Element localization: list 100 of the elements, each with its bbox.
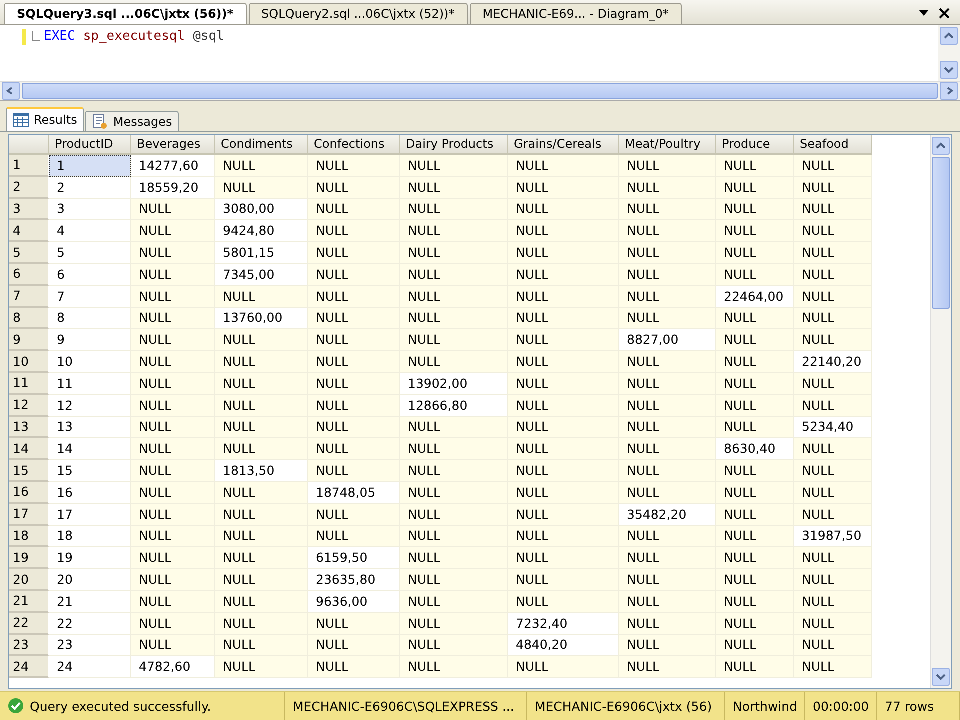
table-cell: NULL — [619, 569, 716, 591]
row-number[interactable]: 23 — [9, 634, 49, 656]
row-number[interactable]: 19 — [9, 547, 49, 570]
result-tab[interactable]: Messages — [85, 111, 180, 131]
table-cell: 21 — [49, 590, 131, 613]
scroll-thumb[interactable] — [22, 83, 938, 99]
table-cell: NULL — [716, 504, 794, 526]
table-cell: 5801,15 — [215, 242, 308, 264]
column-header[interactable]: Beverages — [131, 135, 215, 155]
table-cell: NULL — [716, 242, 794, 264]
table-cell: 14277,60 — [131, 155, 215, 177]
table-cell: NULL — [308, 634, 400, 656]
table-cell: NULL — [508, 198, 619, 220]
scroll-up-button[interactable] — [932, 137, 950, 155]
table-cell: 15 — [49, 460, 131, 482]
row-number[interactable]: 20 — [9, 569, 49, 591]
table-cell: NULL — [308, 329, 400, 352]
scroll-thumb[interactable] — [932, 157, 950, 309]
table-cell: NULL — [400, 308, 508, 330]
row-number[interactable]: 9 — [9, 329, 49, 352]
column-header[interactable]: Dairy Products — [400, 135, 508, 155]
scroll-up-button[interactable] — [940, 27, 958, 45]
table-cell: NULL — [794, 612, 872, 635]
row-number[interactable]: 22 — [9, 612, 49, 635]
column-header[interactable]: Condiments — [215, 135, 308, 155]
column-header[interactable]: ProductID — [49, 135, 131, 155]
table-cell: NULL — [400, 634, 508, 656]
column-header[interactable]: Confections — [308, 135, 400, 155]
table-cell: NULL — [716, 264, 794, 286]
column-header[interactable]: Produce — [716, 135, 794, 155]
table-cell: NULL — [619, 242, 716, 264]
table-cell: NULL — [716, 329, 794, 352]
row-number[interactable]: 15 — [9, 460, 49, 482]
row-number[interactable]: 1 — [9, 155, 49, 177]
table-cell: NULL — [508, 176, 619, 199]
code-token: EXEC — [44, 29, 76, 44]
column-header[interactable]: Meat/Poultry — [619, 135, 716, 155]
table-cell: NULL — [215, 416, 308, 438]
column-header[interactable]: Grains/Cereals — [508, 135, 619, 155]
row-number[interactable]: 17 — [9, 504, 49, 526]
row-number[interactable]: 3 — [9, 198, 49, 220]
table-cell: 2 — [49, 176, 131, 199]
row-number[interactable]: 12 — [9, 394, 49, 417]
table-cell: 13902,00 — [400, 372, 508, 395]
row-number[interactable]: 11 — [9, 372, 49, 395]
table-cell: NULL — [716, 416, 794, 438]
table-cell: NULL — [400, 612, 508, 635]
table-cell: NULL — [308, 155, 400, 177]
table-cell: NULL — [215, 372, 308, 395]
table-cell: 3 — [49, 198, 131, 220]
table-cell: NULL — [716, 351, 794, 373]
table-cell: 31987,50 — [794, 526, 872, 548]
table-cell: NULL — [508, 286, 619, 308]
table-cell: NULL — [215, 656, 308, 678]
table-cell: NULL — [716, 569, 794, 591]
row-number[interactable]: 16 — [9, 482, 49, 504]
row-number[interactable]: 6 — [9, 264, 49, 286]
table-cell: NULL — [215, 547, 308, 570]
dropdown-icon[interactable] — [919, 10, 929, 16]
row-number[interactable]: 24 — [9, 656, 49, 678]
document-tab[interactable]: SQLQuery3.sql ...06C\jxtx (56))* — [4, 3, 247, 24]
row-number[interactable]: 18 — [9, 526, 49, 548]
table-cell: NULL — [794, 176, 872, 199]
table-cell: NULL — [794, 438, 872, 460]
row-number[interactable]: 8 — [9, 308, 49, 330]
table-cell: 18748,05 — [308, 482, 400, 504]
scroll-down-button[interactable] — [940, 61, 958, 79]
scroll-right-button[interactable] — [940, 82, 958, 100]
scroll-down-button[interactable] — [932, 668, 950, 686]
table-cell: NULL — [400, 242, 508, 264]
row-number[interactable]: 21 — [9, 590, 49, 613]
table-cell: NULL — [619, 612, 716, 635]
table-cell: NULL — [400, 656, 508, 678]
table-cell: NULL — [131, 569, 215, 591]
table-cell: NULL — [716, 526, 794, 548]
table-cell: NULL — [794, 198, 872, 220]
row-number[interactable]: 2 — [9, 176, 49, 199]
result-tab[interactable]: Results — [6, 107, 84, 131]
table-cell: NULL — [400, 264, 508, 286]
row-number[interactable]: 13 — [9, 416, 49, 438]
table-cell: 13 — [49, 416, 131, 438]
document-tab[interactable]: SQLQuery2.sql ...06C\jxtx (52))* — [248, 3, 468, 24]
row-number[interactable]: 4 — [9, 220, 49, 242]
row-number[interactable]: 10 — [9, 351, 49, 373]
close-icon[interactable] — [939, 8, 950, 18]
table-cell: NULL — [619, 394, 716, 417]
table-cell: NULL — [308, 198, 400, 220]
row-number[interactable]: 14 — [9, 438, 49, 460]
table-cell: NULL — [215, 329, 308, 352]
table-cell: 5 — [49, 242, 131, 264]
scroll-left-button[interactable] — [2, 82, 20, 100]
table-cell: NULL — [308, 308, 400, 330]
document-tab[interactable]: MECHANIC-E69... - Diagram_0* — [470, 3, 682, 24]
column-header[interactable]: Seafood — [794, 135, 872, 155]
table-cell: 22464,00 — [716, 286, 794, 308]
table-cell: NULL — [794, 308, 872, 330]
row-number[interactable]: 7 — [9, 286, 49, 308]
table-cell: NULL — [131, 590, 215, 613]
row-number[interactable]: 5 — [9, 242, 49, 264]
outline-line-icon — [32, 31, 40, 43]
